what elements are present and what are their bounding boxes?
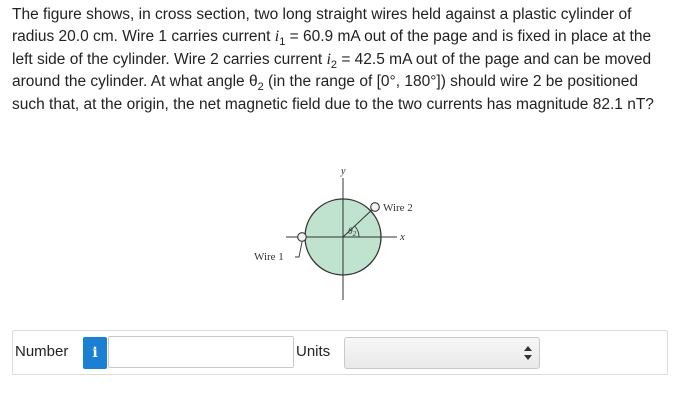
wire1-leader-line <box>295 241 303 258</box>
number-label: Number <box>15 343 69 360</box>
select-arrows-icon <box>524 346 532 360</box>
cylinder-figure: y x θ2 Wire 2 Wire 1 <box>240 160 440 305</box>
y-axis-label: y <box>340 166 346 177</box>
wire2-label: Wire 2 <box>383 202 413 214</box>
info-button[interactable]: i <box>83 337 107 369</box>
number-input[interactable] <box>108 336 294 368</box>
answer-row: Number i Units <box>12 330 668 375</box>
wire1-label: Wire 1 <box>254 251 284 263</box>
wire1-icon <box>297 232 307 242</box>
units-select[interactable] <box>344 337 540 369</box>
units-label: Units <box>296 343 331 360</box>
wire2-icon <box>370 202 380 212</box>
info-icon: i <box>92 345 98 361</box>
problem-statement: The figure shows, in cross section, two … <box>12 4 672 116</box>
x-axis-label: x <box>399 231 405 243</box>
cylinder-diagram: y x θ2 Wire 2 Wire 1 <box>254 166 413 300</box>
